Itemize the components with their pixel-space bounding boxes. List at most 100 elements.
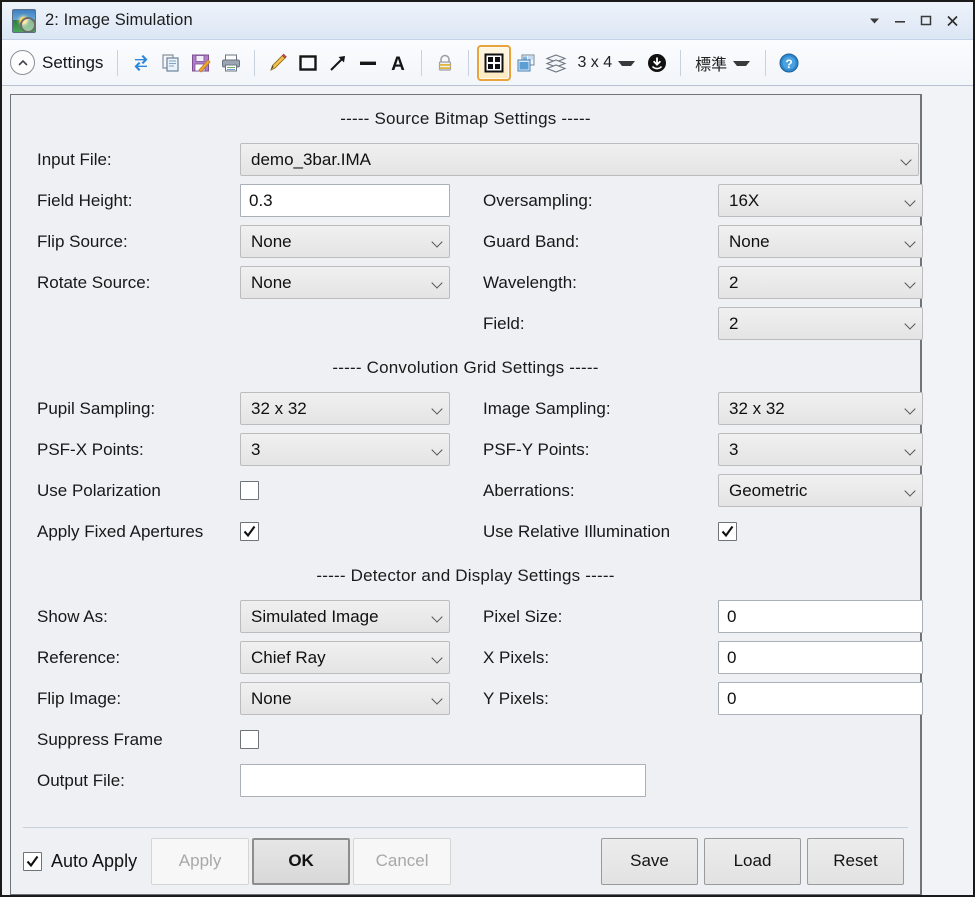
tile-windows-icon[interactable] — [477, 45, 511, 81]
show-as-value: Simulated Image — [251, 607, 428, 627]
psf-x-points-wrap: 3 — [240, 433, 450, 466]
maximize-icon[interactable] — [913, 8, 939, 34]
copy-icon[interactable] — [156, 47, 186, 79]
field-height-input[interactable]: 0.3 — [240, 184, 450, 217]
image-sampling-value: 32 x 32 — [729, 399, 901, 419]
grid-size-label[interactable]: 3 x 4 — [571, 54, 614, 72]
pupil-sampling-select[interactable]: 32 x 32 — [240, 392, 450, 425]
pixel-size-input[interactable]: 0 — [718, 600, 923, 633]
rotate-source-label: Rotate Source: — [25, 273, 240, 293]
toolbar: Settings — [2, 40, 973, 86]
arrow-icon[interactable] — [323, 47, 353, 79]
show-as-select[interactable]: Simulated Image — [240, 600, 450, 633]
flip-source-label: Flip Source: — [25, 232, 240, 252]
layers-icon[interactable] — [541, 47, 571, 79]
minimize-icon[interactable] — [887, 8, 913, 34]
auto-apply-group[interactable]: Auto Apply — [23, 851, 137, 872]
cancel-button[interactable]: Cancel — [353, 838, 451, 885]
close-icon[interactable] — [939, 8, 965, 34]
rotate-source-select[interactable]: None — [240, 266, 450, 299]
help-icon[interactable]: ? — [774, 47, 804, 79]
apply-fixed-apertures-label: Apply Fixed Apertures — [25, 522, 240, 542]
style-label[interactable]: 標準 — [689, 51, 729, 75]
settings-button[interactable]: Settings — [8, 50, 109, 75]
window-menu-icon[interactable] — [861, 8, 887, 34]
guard-band-value: None — [729, 232, 901, 252]
chevron-down-icon — [432, 236, 443, 247]
refresh-icon[interactable] — [126, 47, 156, 79]
psf-x-points-select[interactable]: 3 — [240, 433, 450, 466]
apply-button[interactable]: Apply — [151, 838, 249, 885]
reference-label: Reference: — [25, 648, 240, 668]
save-as-icon[interactable] — [186, 47, 216, 79]
wavelength-select[interactable]: 2 — [718, 266, 923, 299]
show-as-wrap: Simulated Image — [240, 600, 450, 633]
y-pixels-input[interactable]: 0 — [718, 682, 923, 715]
guard-band-select[interactable]: None — [718, 225, 923, 258]
flip-image-select[interactable]: None — [240, 682, 450, 715]
reset-button[interactable]: Reset — [807, 838, 904, 885]
psf-x-points-label: PSF-X Points: — [25, 440, 240, 460]
aberrations-select[interactable]: Geometric — [718, 474, 923, 507]
save-button[interactable]: Save — [601, 838, 698, 885]
row-pupil-sampling: Pupil Sampling: 32 x 32 Image Sampling: … — [25, 388, 906, 429]
use-relative-illumination-checkbox[interactable] — [718, 522, 737, 541]
oversampling-select[interactable]: 16X — [718, 184, 923, 217]
image-sampling-label: Image Sampling: — [483, 399, 718, 419]
chevron-down-icon — [901, 154, 912, 165]
toolbar-separator — [765, 50, 766, 76]
lock-icon[interactable] — [430, 47, 460, 79]
line-icon[interactable] — [353, 47, 383, 79]
x-pixels-input[interactable]: 0 — [718, 641, 923, 674]
input-file-select-wrap: demo_3bar.IMA — [240, 143, 919, 176]
text-icon[interactable]: A — [383, 47, 413, 79]
psf-y-points-select[interactable]: 3 — [718, 433, 923, 466]
print-icon[interactable] — [216, 47, 246, 79]
chevron-down-icon — [905, 485, 916, 496]
input-file-select[interactable]: demo_3bar.IMA — [240, 143, 919, 176]
rectangle-icon[interactable] — [293, 47, 323, 79]
pixel-size-label: Pixel Size: — [483, 607, 718, 627]
settings-label: Settings — [42, 53, 103, 73]
grid-size-chevron-down-icon[interactable] — [618, 61, 635, 66]
input-file-value: demo_3bar.IMA — [251, 150, 897, 170]
settings-panel: ----- Source Bitmap Settings ----- Input… — [10, 94, 922, 895]
field-select[interactable]: 2 — [718, 307, 923, 340]
psf-y-points-wrap: 3 — [718, 433, 923, 466]
pencil-icon[interactable] — [263, 47, 293, 79]
row-apertures-illumination: Apply Fixed Apertures Use Relative Illum… — [25, 511, 906, 552]
style-chevron-down-icon[interactable] — [733, 61, 750, 66]
flip-source-value: None — [251, 232, 428, 252]
suppress-frame-checkbox[interactable] — [240, 730, 259, 749]
guard-band-label: Guard Band: — [483, 232, 718, 252]
wavelength-label: Wavelength: — [483, 273, 718, 293]
auto-apply-checkbox[interactable] — [23, 852, 42, 871]
reference-value: Chief Ray — [251, 648, 428, 668]
chevron-down-icon — [432, 611, 443, 622]
reference-select[interactable]: Chief Ray — [240, 641, 450, 674]
apply-fixed-apertures-checkbox[interactable] — [240, 522, 259, 541]
output-file-input[interactable] — [240, 764, 646, 797]
image-sampling-select[interactable]: 32 x 32 — [718, 392, 923, 425]
dialog-footer: Auto Apply Apply OK Cancel Save Load Res… — [11, 828, 920, 894]
flip-source-select[interactable]: None — [240, 225, 450, 258]
use-polarization-label: Use Polarization — [25, 481, 240, 501]
use-polarization-checkbox[interactable] — [240, 481, 259, 500]
row-polarization-aberrations: Use Polarization Aberrations: Geometric — [25, 470, 906, 511]
chevron-down-icon — [432, 693, 443, 704]
auto-apply-label: Auto Apply — [51, 851, 137, 872]
detector-section-header: ----- Detector and Display Settings ----… — [25, 552, 906, 596]
settings-form: ----- Source Bitmap Settings ----- Input… — [11, 95, 920, 821]
window-arrange-icon[interactable] — [511, 47, 541, 79]
input-file-label: Input File: — [25, 150, 240, 170]
oversampling-value: 16X — [729, 191, 901, 211]
chevron-down-icon — [432, 652, 443, 663]
load-button[interactable]: Load — [704, 838, 801, 885]
psf-y-points-label: PSF-Y Points: — [483, 440, 718, 460]
row-suppress-frame: Suppress Frame — [25, 719, 906, 760]
snapshot-icon[interactable] — [642, 47, 672, 79]
ok-button[interactable]: OK — [252, 838, 350, 885]
row-rotate-source: Rotate Source: None Wavelength: 2 — [25, 262, 906, 303]
wavelength-value: 2 — [729, 273, 901, 293]
toolbar-separator — [254, 50, 255, 76]
